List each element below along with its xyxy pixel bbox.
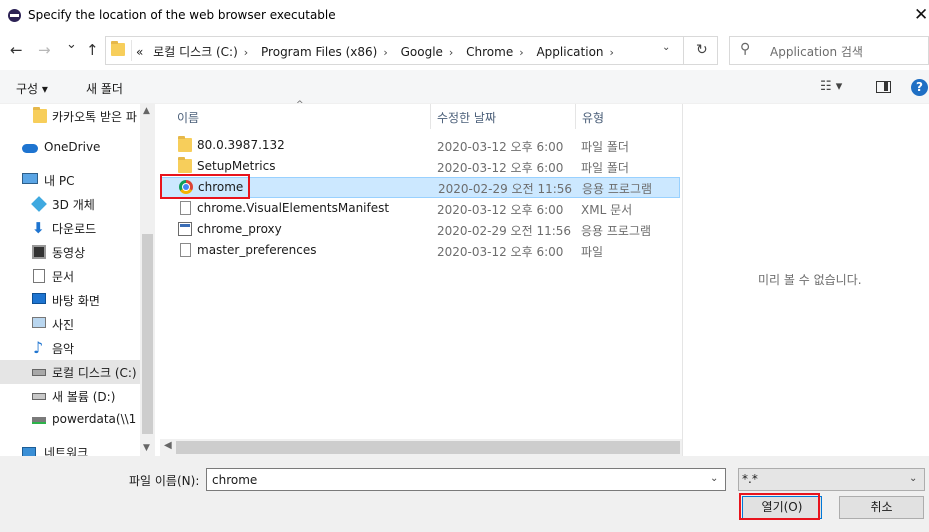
address-dropdown-icon[interactable]: ⌄ [662,42,670,53]
sidebar-item-this-pc[interactable]: 내 PC [0,168,140,192]
search-icon: ⚲ [740,41,751,57]
highlight-box-open-button [739,493,820,520]
scroll-up-icon[interactable]: ▲ [143,106,150,116]
sidebar-item-music[interactable]: ♪ 음악 [0,336,140,360]
search-box[interactable]: ⚲ Application 검색 [729,36,929,65]
file-list-horizontal-scrollbar[interactable]: ◀ [160,439,682,456]
file-row-visual-elements-manifest[interactable]: chrome.VisualElementsManifest 2020-03-12… [160,198,680,219]
breadcrumb-program-files[interactable]: Program Files (x86) [261,45,377,59]
desktop-icon [32,293,46,304]
file-type-filter-value: *.* [742,472,758,486]
file-row-80-0-3987-132[interactable]: 80.0.3987.132 2020-03-12 오후 6:00 파일 폴더 [160,135,680,156]
file-row-chrome-proxy[interactable]: chrome_proxy 2020-02-29 오전 11:56 응용 프로그램 [160,219,680,240]
scroll-down-icon[interactable]: ▼ [143,443,150,453]
column-header-type[interactable]: 유형 [576,104,680,129]
sidebar-item-onedrive[interactable]: OneDrive [0,136,140,160]
view-options-button[interactable]: ☷ ▾ [820,79,842,94]
preview-pane-icon[interactable] [876,81,891,93]
picture-icon [32,317,46,328]
navigation-pane: 카카오톡 받은 파 OneDrive 내 PC 3D 개체 ⬇ 다운로드 동영상… [0,104,155,456]
music-icon: ♪ [33,338,44,357]
preview-unavailable-message: 미리 볼 수 없습니다. [758,273,862,287]
file-row-master-preferences[interactable]: master_preferences 2020-03-12 오후 6:00 파일 [160,240,680,261]
cancel-button[interactable]: 취소 [839,496,924,519]
document-icon [33,269,45,283]
download-icon: ⬇ [32,219,45,237]
folder-icon [178,136,192,152]
folder-icon [111,41,125,56]
file-type-filter[interactable]: *.* ⌄ [738,468,925,491]
breadcrumb: « 로컬 디스크 (C:) › Program Files (x86) › Goog… [136,45,614,59]
filename-field[interactable]: chrome ⌄ [206,468,726,491]
help-icon[interactable]: ? [911,79,928,96]
column-header-name[interactable]: 이름 [160,104,430,129]
close-icon[interactable]: ✕ [914,5,928,25]
filename-value[interactable]: chrome [212,473,257,487]
filename-label: 파일 이름(N): [129,474,200,488]
sidebar-item-local-disk-c[interactable]: 로컬 디스크 (C:) [0,360,140,384]
search-input[interactable]: Application 검색 [770,43,863,60]
sidebar-item-3d-objects[interactable]: 3D 개체 [0,192,140,216]
back-arrow-icon[interactable]: ← [10,41,23,59]
preview-pane: 미리 볼 수 없습니다. [682,104,929,456]
sidebar-item-volume-d[interactable]: 새 볼륨 (D:) [0,384,140,408]
file-icon [180,243,191,257]
recent-locations-chevron-icon[interactable]: ⌄ [66,37,77,52]
sidebar-scrollbar[interactable]: ▲ ▼ [140,104,155,456]
drive-icon [32,369,46,376]
cloud-icon [22,144,38,153]
title-bar: Specify the location of the web browser … [0,0,929,32]
address-bar[interactable]: « 로컬 디스크 (C:) › Program Files (x86) › Goog… [105,36,718,65]
organize-button[interactable]: 구성 ▾ [16,80,48,97]
breadcrumb-overflow[interactable]: « [136,45,143,59]
navigation-bar: ← → ⌄ ↑ « 로컬 디스크 (C:) › Program Files (x8… [0,32,929,70]
sidebar-item-network[interactable]: 네트워크 [0,440,140,456]
eclipse-icon [8,9,21,22]
network-icon [22,447,36,456]
file-icon [180,201,191,215]
breadcrumb-application[interactable]: Application [536,45,603,59]
sidebar-item-desktop[interactable]: 바탕 화면 [0,288,140,312]
forward-arrow-icon[interactable]: → [38,41,51,59]
highlight-box-chrome [160,174,250,199]
folder-icon [178,157,192,173]
chevron-down-icon[interactable]: ⌄ [710,473,718,484]
new-folder-button[interactable]: 새 폴더 [86,80,123,97]
toolbar: 구성 ▾ 새 폴더 ☷ ▾ ? [0,70,929,104]
pc-icon [22,173,38,184]
breadcrumb-google[interactable]: Google [401,45,443,59]
column-header-modified[interactable]: 수정한 날짜 [431,104,575,129]
file-list: 이름 ^ 수정한 날짜 유형 80.0.3987.132 2020-03-12 … [160,100,682,456]
breadcrumb-local-disk[interactable]: 로컬 디스크 (C:) [153,45,238,59]
sidebar-item-kakaotalk[interactable]: 카카오톡 받은 파 [0,104,140,128]
sidebar-item-downloads[interactable]: ⬇ 다운로드 [0,216,140,240]
up-arrow-icon[interactable]: ↑ [86,41,99,59]
breadcrumb-chrome[interactable]: Chrome [466,45,513,59]
sidebar-item-pictures[interactable]: 사진 [0,312,140,336]
refresh-icon[interactable]: ↻ [696,42,708,58]
sort-ascending-icon: ^ [296,100,304,110]
cube-icon [31,196,47,212]
chevron-down-icon[interactable]: ⌄ [909,473,917,484]
folder-icon [33,107,47,123]
sidebar-item-videos[interactable]: 동영상 [0,240,140,264]
network-drive-icon [32,417,46,424]
video-icon [32,245,46,259]
window-title: Specify the location of the web browser … [28,8,336,22]
scroll-left-icon[interactable]: ◀ [164,440,172,451]
app-icon [178,222,192,236]
scrollbar-thumb[interactable] [142,234,153,434]
drive-icon [32,393,46,400]
sidebar-item-powerdata[interactable]: powerdata(\\1 [0,408,140,432]
scrollbar-thumb[interactable] [176,441,680,454]
sidebar-item-documents[interactable]: 문서 [0,264,140,288]
